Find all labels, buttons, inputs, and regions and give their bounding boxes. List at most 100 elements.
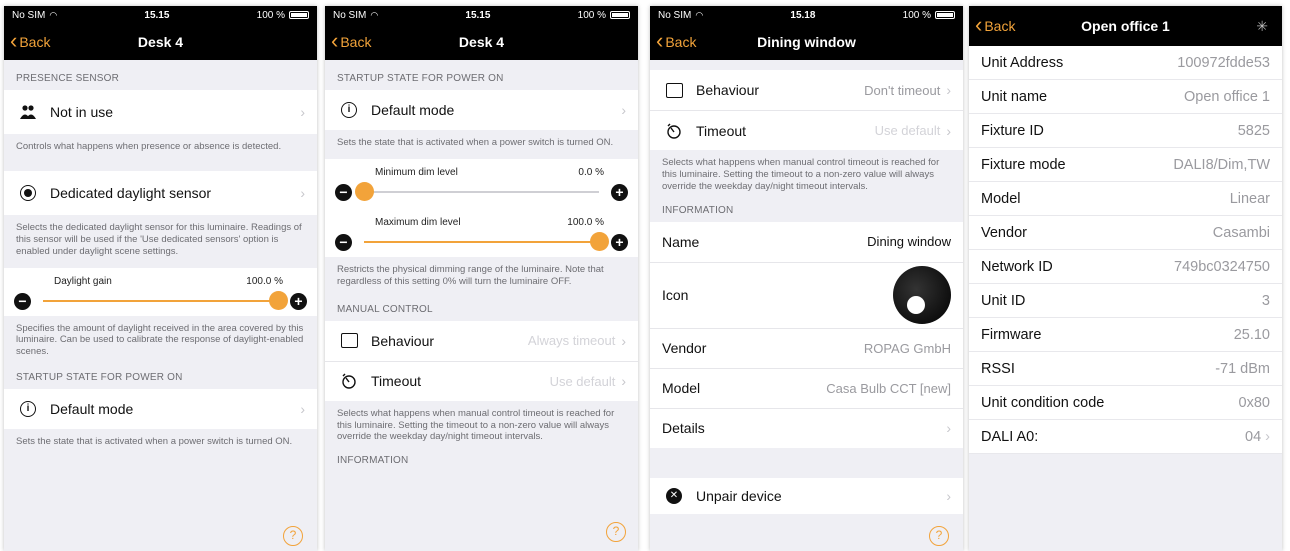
back-label: Back (340, 34, 372, 50)
help-button[interactable]: ? (606, 522, 626, 542)
info-key: Fixture ID (981, 122, 1044, 139)
section-header-information: INFORMATION (662, 204, 734, 216)
default-mode-label: Default mode (50, 401, 134, 418)
model-value: Casa Bulb CCT [new] (826, 380, 951, 396)
help-button[interactable]: ? (929, 526, 949, 546)
nav-bar: ‹ Back Desk 4 (4, 24, 317, 60)
gain-slider-track[interactable] (43, 291, 288, 310)
battery-label: 100 % (256, 9, 285, 21)
battery-icon (935, 11, 955, 19)
info-value: -71 dBm (1215, 360, 1270, 377)
info-value: 25.10 (1233, 326, 1270, 343)
min-dim-slider-track[interactable] (355, 182, 599, 202)
timeout-cell[interactable]: Timeout Use default › (650, 110, 963, 150)
info-value: Open office 1 (1184, 88, 1270, 105)
model-label: Model (662, 380, 701, 397)
behaviour-icon (662, 82, 686, 98)
info-value: 0x80 (1238, 394, 1270, 411)
details-cell[interactable]: Details › (650, 407, 963, 448)
info-row: Unit name Open office 1 (969, 80, 1282, 114)
phone-screen-dining-window: No SIM ◠ 15.18 100 % ‹ Back Dining window … (650, 6, 963, 551)
gain-value: 100.0 % (246, 275, 283, 287)
behaviour-cell[interactable]: Behaviour Don't timeout › (650, 70, 963, 110)
nav-bar: ‹ Back Desk 4 (325, 24, 638, 60)
info-row[interactable]: DALI A0: 04 › (969, 420, 1282, 454)
daylight-footer: Selects the dedicated daylight sensor fo… (16, 221, 302, 257)
info-key: Fixture mode (981, 156, 1066, 173)
status-bar: No SIM ◠ 15.18 100 % (650, 6, 963, 24)
presence-sensor-label: Not in use (50, 104, 114, 120)
slider-thumb[interactable] (269, 291, 288, 310)
luminaire-icon (893, 266, 951, 325)
decrease-button[interactable]: − (14, 292, 31, 310)
icon-cell[interactable]: Icon (650, 261, 963, 328)
carrier-label: No SIM (658, 9, 692, 21)
chevron-right-icon: › (300, 184, 305, 201)
info-row: Model Linear (969, 182, 1282, 216)
timeout-cell[interactable]: Timeout Use default › (325, 360, 638, 401)
behaviour-value: Don't timeout (864, 82, 941, 98)
wifi-icon: ◠ (695, 9, 704, 20)
increase-button[interactable]: + (290, 292, 307, 310)
details-label: Details (662, 420, 705, 437)
max-dim-slider-track[interactable] (364, 232, 609, 252)
behaviour-label: Behaviour (371, 332, 435, 349)
manual-footer: Selects what happens when manual control… (662, 157, 940, 192)
battery-label: 100 % (902, 9, 931, 21)
decrease-button[interactable]: − (335, 233, 352, 251)
info-row: RSSI -71 dBm (969, 352, 1282, 386)
timeout-value: Use default (874, 123, 941, 138)
manual-footer: Selects what happens when manual control… (337, 407, 615, 443)
default-mode-cell[interactable]: i Default mode › (4, 389, 317, 430)
timeout-label: Timeout (696, 122, 747, 139)
radio-selected-icon (16, 184, 40, 201)
default-mode-cell[interactable]: i Default mode › (325, 90, 638, 130)
chevron-right-icon: › (1261, 428, 1270, 445)
increase-button[interactable]: + (611, 183, 628, 201)
gain-footer: Specifies the amount of daylight receive… (16, 322, 304, 358)
back-label: Back (19, 34, 51, 50)
chevron-right-icon: › (300, 401, 305, 418)
info-circle-icon: i (337, 102, 361, 118)
chevron-left-icon: ‹ (975, 11, 983, 37)
presence-sensor-cell[interactable]: Not in use › (4, 90, 317, 134)
nav-bar: ‹ Back Open office 1 ✳ (969, 6, 1282, 46)
chevron-right-icon: › (300, 104, 305, 120)
chevron-left-icon: ‹ (10, 27, 18, 53)
back-button[interactable]: ‹ Back (650, 29, 696, 52)
info-value: 04 › (1245, 428, 1270, 445)
increase-button[interactable]: + (611, 233, 628, 251)
back-button[interactable]: ‹ Back (4, 27, 51, 53)
daylight-sensor-cell[interactable]: Dedicated daylight sensor › (4, 170, 317, 215)
back-button[interactable]: ‹ Back (325, 29, 372, 52)
chevron-right-icon: › (621, 102, 626, 118)
unpair-cell[interactable]: ✕ Unpair device › (650, 477, 963, 514)
max-dim-value: 100.0 % (567, 216, 604, 228)
back-button[interactable]: ‹ Back (969, 11, 1015, 37)
wifi-icon: ◠ (370, 9, 379, 20)
info-row: Vendor Casambi (969, 216, 1282, 250)
name-value: Dining window (867, 234, 951, 250)
behaviour-cell[interactable]: Behaviour Always timeout › (325, 320, 638, 361)
slider-thumb[interactable] (590, 232, 609, 252)
page-title: Desk 4 (458, 34, 505, 50)
decrease-button[interactable]: − (335, 183, 352, 201)
info-value: 3 (1261, 292, 1270, 309)
clock: 15.15 (144, 9, 170, 21)
info-value: Linear (1229, 190, 1270, 207)
timer-icon (337, 373, 361, 389)
phone-screen-desk4-sensors: No SIM ◠ 15.15 100 % ‹ Back Desk 4 PRESENC… (4, 6, 317, 551)
info-row: Firmware 25.10 (969, 318, 1282, 352)
behaviour-label: Behaviour (696, 82, 760, 98)
info-key: Unit name (981, 88, 1048, 105)
info-key: Unit condition code (981, 394, 1105, 411)
help-button[interactable]: ? (283, 526, 303, 546)
startup-footer: Sets the state that is activated when a … (16, 436, 293, 448)
name-cell[interactable]: Name Dining window (650, 221, 963, 262)
info-value: 749bc0324750 (1174, 258, 1270, 275)
info-circle-icon: i (16, 401, 40, 418)
timer-icon (662, 123, 686, 139)
info-key: Network ID (981, 258, 1053, 275)
info-value: DALI8/Dim,TW (1173, 156, 1270, 173)
slider-thumb[interactable] (355, 182, 374, 202)
